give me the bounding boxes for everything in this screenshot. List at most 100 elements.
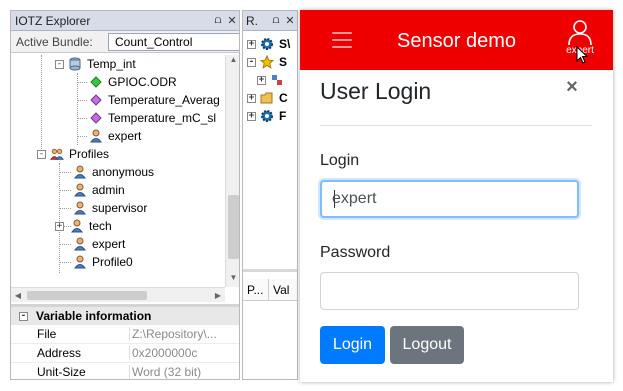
tree-horizontal-scrollbar[interactable]: ◀ ▶: [11, 287, 225, 302]
password-label: Password: [320, 244, 391, 261]
property-key: Unit-Size: [37, 365, 86, 379]
explorer-title-bar: IOTZ Explorer ⩍ ✕: [11, 11, 239, 31]
login-input-value: expert: [332, 190, 377, 207]
collapse-icon[interactable]: -: [37, 149, 46, 159]
expand-icon[interactable]: +: [247, 39, 256, 49]
tree-item-supervisor[interactable]: supervisor: [73, 199, 147, 217]
resource-item[interactable]: +: [257, 71, 289, 89]
tree-item-temperature-average[interactable]: Temperature_Averag: [89, 91, 220, 109]
resource-item[interactable]: + S\: [247, 35, 290, 53]
tree-item-expert-user[interactable]: expert: [89, 127, 141, 145]
database-icon: [68, 57, 82, 71]
resources-pane: R. ⩍ ✕ + S\ - S + + C + F P... Val: [242, 10, 298, 380]
iotz-explorer-pane: IOTZ Explorer ⩍ ✕ Active Bundle: Count_C…: [10, 10, 240, 380]
active-bundle-select[interactable]: Count_Control: [108, 32, 239, 51]
explorer-title: IOTZ Explorer: [15, 13, 91, 28]
tree-item-label: expert: [108, 129, 142, 143]
close-icon[interactable]: ×: [564, 76, 580, 99]
tree-item-anonymous[interactable]: anonymous: [73, 163, 154, 181]
resource-item[interactable]: + F: [247, 107, 286, 125]
tree-item-label: admin: [92, 183, 125, 197]
tree-item-label: Profiles: [69, 147, 110, 161]
property-row[interactable]: Address 0x2000000c: [11, 344, 239, 363]
pin-icon[interactable]: ⩍: [269, 14, 283, 27]
green-diamond-icon: [89, 75, 103, 89]
active-bundle-value: Count_Control: [115, 34, 193, 49]
scroll-left-icon[interactable]: ◀: [11, 288, 25, 303]
user-icon: [73, 183, 87, 197]
login-label: Login: [320, 152, 360, 169]
profiles-group-icon: [50, 147, 64, 161]
variable-information-header[interactable]: - Variable information: [11, 307, 239, 325]
active-bundle-label: Active Bundle:: [16, 34, 93, 49]
resources-title: R.: [246, 13, 258, 28]
expand-icon[interactable]: +: [55, 221, 64, 231]
collapse-icon[interactable]: -: [55, 59, 64, 69]
tree-item-profiles[interactable]: - Profiles: [37, 145, 109, 163]
tree-item-label: anonymous: [92, 165, 155, 179]
star-icon: [260, 55, 274, 69]
property-value: Word (32 bit): [129, 365, 239, 379]
column-header[interactable]: P...: [243, 279, 269, 300]
tree-item-label: Profile0: [92, 255, 133, 269]
tree-item-gpioc-odr[interactable]: GPIOC.ODR: [89, 73, 177, 91]
resource-item-label: C: [279, 91, 288, 105]
close-icon[interactable]: ✕: [225, 14, 239, 27]
column-header[interactable]: Val: [269, 279, 297, 300]
tree-item-temperature-mc[interactable]: Temperature_mC_sl: [89, 109, 216, 127]
variable-information-panel: - Variable information File Z:\Repositor…: [11, 304, 239, 379]
tree-item-tech[interactable]: + tech: [55, 217, 112, 235]
scroll-right-icon[interactable]: ▶: [211, 288, 225, 303]
close-icon[interactable]: ✕: [283, 14, 297, 27]
gear-icon: [260, 37, 274, 51]
gear-icon: [260, 109, 274, 123]
tree-item-label: Temp_int: [87, 57, 136, 71]
tree-item-label: GPIOC.ODR: [108, 75, 177, 89]
login-modal-header: User Login ×: [300, 70, 613, 126]
property-value: 0x2000000c: [129, 346, 239, 360]
login-button[interactable]: Login: [320, 326, 385, 364]
tree-item-label: Temperature_mC_sl: [108, 111, 217, 125]
purple-diamond-icon: [89, 111, 103, 125]
tree-item-label: supervisor: [92, 201, 148, 215]
pin-icon[interactable]: ⩍: [211, 14, 225, 27]
login-input[interactable]: expert: [320, 180, 579, 218]
tree-item-label: Temperature_Averag: [108, 93, 220, 107]
property-row[interactable]: Unit-Size Word (32 bit): [11, 363, 239, 379]
tree-item-temp-int[interactable]: - Temp_int: [55, 55, 136, 73]
property-key: File: [37, 327, 57, 341]
expand-icon[interactable]: +: [247, 111, 256, 121]
user-icon: [73, 237, 87, 251]
collapse-icon[interactable]: -: [19, 311, 28, 321]
expand-icon[interactable]: +: [247, 93, 256, 103]
explorer-tree: - Temp_int GPIOC.ODR Temperature_Averag: [11, 55, 225, 285]
tree-item-label: expert: [92, 237, 126, 251]
pane-splitter[interactable]: [243, 269, 297, 272]
user-icon: [73, 201, 87, 215]
tree-item-profile0[interactable]: Profile0: [73, 253, 133, 271]
collapse-icon[interactable]: -: [247, 57, 256, 67]
mouse-cursor-icon: [576, 46, 588, 64]
tree-item-admin[interactable]: admin: [73, 181, 125, 199]
tree-item-expert[interactable]: expert: [73, 235, 125, 253]
expand-icon[interactable]: +: [257, 75, 266, 85]
resources-title-bar: R. ⩍ ✕: [243, 11, 297, 31]
user-icon: [73, 255, 87, 269]
resource-item[interactable]: + C: [247, 89, 288, 107]
active-bundle-row: Active Bundle: Count_Control: [11, 31, 239, 53]
folder-icon: [260, 91, 274, 105]
scroll-down-icon[interactable]: ▼: [226, 273, 239, 287]
property-row[interactable]: File Z:\Repository\...: [11, 325, 239, 344]
node-icon: [270, 73, 284, 87]
scroll-thumb[interactable]: [228, 195, 239, 259]
tree-vertical-scrollbar[interactable]: ▲ ▼: [225, 55, 239, 287]
resource-item-label: F: [279, 109, 287, 123]
scroll-thumb[interactable]: [27, 291, 147, 300]
logout-button[interactable]: Logout: [390, 326, 464, 364]
password-input[interactable]: [320, 272, 579, 310]
purple-diamond-icon: [89, 93, 103, 107]
scroll-up-icon[interactable]: ▲: [226, 55, 239, 69]
user-icon: [73, 165, 87, 179]
resource-item[interactable]: - S: [247, 53, 287, 71]
modal-divider: [320, 125, 592, 126]
